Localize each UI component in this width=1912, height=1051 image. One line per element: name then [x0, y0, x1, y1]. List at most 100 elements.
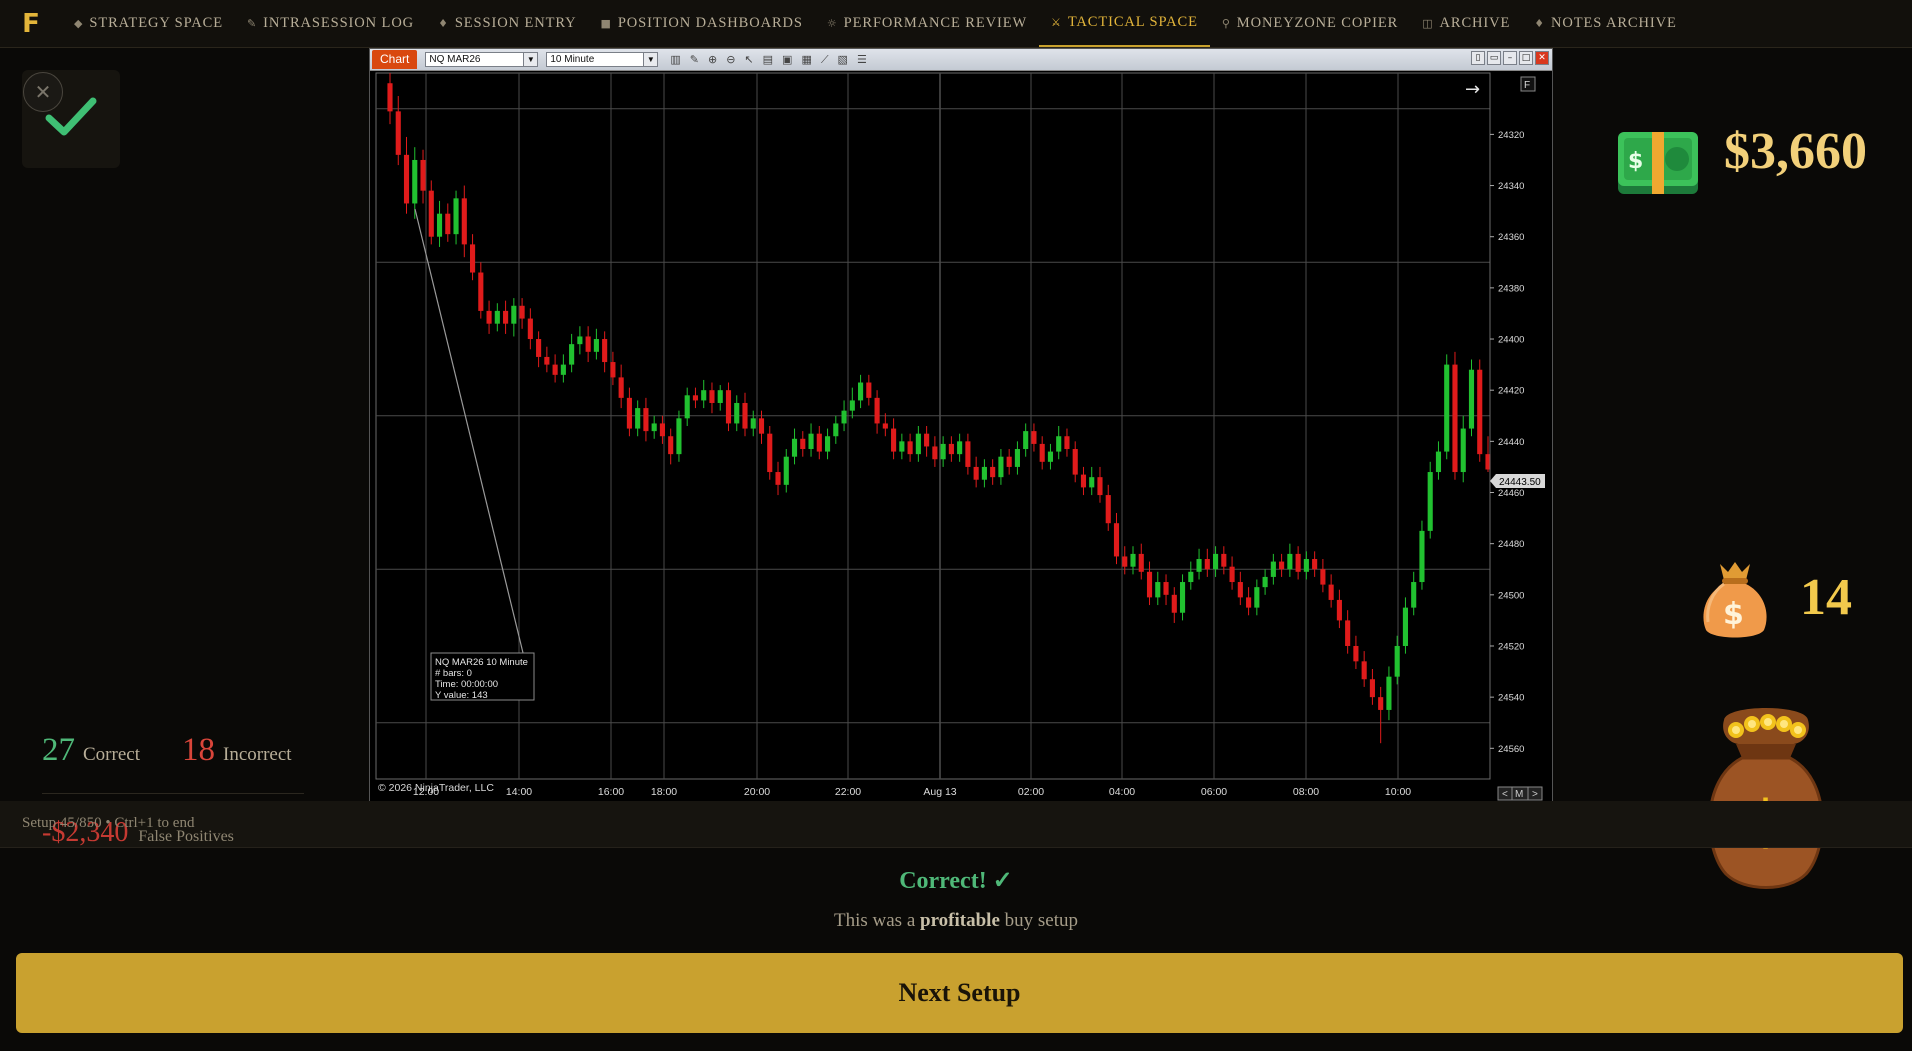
nav-tab-position-dashboards[interactable]: ■ POSITION DASHBOARDS — [589, 0, 815, 47]
candle-body — [907, 441, 913, 455]
incorrect-score: 18 Incorrect — [182, 732, 292, 769]
candle-body — [1369, 679, 1375, 698]
candle-body — [915, 433, 921, 455]
nav-tab-moneyzone-copier[interactable]: ⚲ MONEYZONE COPIER — [1210, 0, 1410, 47]
candle-body — [635, 408, 641, 429]
strategies-icon[interactable]: ▦ — [801, 53, 811, 67]
nav-tab-performance-review[interactable]: ☼ PERFORMANCE REVIEW — [815, 0, 1039, 47]
candle-body — [536, 339, 542, 357]
restore-icon[interactable]: ▭ — [1487, 51, 1501, 65]
templates-icon[interactable]: ▧ — [838, 53, 848, 67]
nav-tab-label: INTRASESSION LOG — [263, 15, 415, 31]
candle-body — [503, 310, 509, 324]
arrow-right-icon[interactable]: → — [1465, 79, 1480, 100]
money-bag-icon: $ — [1703, 562, 1767, 638]
chart-tab[interactable]: Chart — [372, 50, 418, 69]
candle — [1419, 520, 1425, 590]
candle-body — [957, 441, 963, 455]
middle-label: M — [1515, 789, 1523, 800]
candle-body — [750, 418, 756, 429]
result-title: Correct! ✓ — [899, 868, 1013, 894]
candle-body — [1179, 582, 1186, 613]
x-tick-label: 08:00 — [1293, 786, 1319, 798]
next-setup-button[interactable]: Next Setup — [16, 953, 1903, 1033]
candle-body — [1122, 556, 1128, 567]
candle-body — [1130, 553, 1136, 567]
nav-tab-tactical-space[interactable]: ⚔ TACTICAL SPACE — [1039, 0, 1210, 47]
score-divider — [42, 793, 304, 794]
candle-body — [1113, 523, 1120, 557]
candle-body — [486, 310, 492, 324]
candle-body — [1080, 474, 1087, 488]
candle-body — [841, 410, 847, 424]
close-window-icon[interactable]: ✕ — [1535, 51, 1549, 65]
nav-tab-intrasession-log[interactable]: ✎ INTRASESSION LOG — [235, 0, 426, 47]
draw-pencil-icon[interactable]: ✎ — [690, 53, 699, 67]
candle-body — [1427, 472, 1433, 531]
nav-tab-strategy-space[interactable]: ◆ STRATEGY SPACE — [62, 0, 235, 47]
candle-body — [833, 423, 839, 437]
candle-body — [1163, 582, 1169, 595]
chart-window[interactable]: Chart NQ MAR26 ▼ 10 Minute ▼ ▥ ✎ ⊕ ⊖ ↖ ▤… — [369, 48, 1553, 802]
svg-text:$: $ — [1628, 149, 1643, 174]
x-tick-label: 20:00 — [744, 786, 770, 798]
last-price-label: 24443.50 — [1499, 477, 1541, 488]
nav-tab-session-entry[interactable]: ♦ SESSION ENTRY — [426, 0, 588, 47]
instrument-select[interactable]: NQ MAR26 ▼ — [425, 52, 539, 67]
interval-select[interactable]: 10 Minute ▼ — [546, 52, 659, 67]
candle-body — [1097, 477, 1103, 496]
y-tick-label: 24520 — [1498, 641, 1524, 652]
properties-icon[interactable]: ▣ — [782, 53, 792, 67]
candle-body — [998, 456, 1004, 478]
candlestick-chart[interactable]: 24320 24340 24360 24380 24400 24420 24440 24460… — [370, 71, 1552, 801]
candle-body — [1378, 697, 1384, 710]
minimize-icon[interactable]: – — [1503, 51, 1517, 65]
svg-text:$: $ — [1723, 597, 1744, 632]
y-tick-label: 24480 — [1498, 539, 1524, 550]
candle-body — [511, 305, 517, 324]
candle-body — [420, 159, 426, 191]
candle-body — [1171, 594, 1177, 613]
tooltip-line: Y value: 143 — [435, 690, 488, 701]
tile-icon[interactable]: ▯ — [1471, 51, 1485, 65]
indicators-icon[interactable]: ⟋ — [821, 53, 829, 67]
candle-body — [412, 159, 418, 204]
incorrect-count: 18 — [182, 732, 215, 768]
candle-body — [1402, 607, 1409, 646]
nav-tab-label: ARCHIVE — [1439, 15, 1511, 31]
candle-body — [1279, 561, 1285, 570]
nav-tab-label: NOTES ARCHIVE — [1551, 15, 1677, 31]
nav-tab-notes-archive[interactable]: ♦ NOTES ARCHIVE — [1522, 0, 1688, 47]
zoom-out-icon[interactable]: ⊖ — [726, 53, 735, 67]
candle-body — [387, 83, 393, 112]
list-icon[interactable]: ☰ — [857, 53, 867, 67]
nav-tab-archive[interactable]: ◫ ARCHIVE — [1410, 0, 1522, 47]
y-tick-label: 24560 — [1498, 744, 1524, 755]
candle-body — [1089, 477, 1095, 488]
nav-tab-icon: ⚔ — [1051, 16, 1062, 29]
app-logo[interactable]: F — [0, 0, 62, 47]
candle-body — [494, 310, 500, 324]
nav-tab-label: SESSION ENTRY — [454, 15, 577, 31]
candle-body — [1328, 584, 1334, 600]
candle-body — [800, 438, 806, 450]
data-box-icon[interactable]: ▤ — [763, 53, 773, 67]
candle-body — [849, 400, 855, 411]
candle-body — [651, 423, 657, 432]
candle-body — [1394, 645, 1400, 677]
x-tick-label: 18:00 — [651, 786, 677, 798]
candle-body — [882, 423, 888, 429]
candle-body — [1221, 553, 1227, 567]
bar-type-icon[interactable]: ▥ — [670, 53, 680, 67]
candle-body — [1146, 571, 1153, 598]
candle-body — [981, 466, 987, 480]
candle-body — [643, 408, 649, 432]
maximize-icon[interactable]: □ — [1519, 51, 1533, 65]
candle-body — [1477, 369, 1483, 455]
candle-body — [469, 244, 476, 273]
candle-body — [436, 213, 443, 237]
candle-body — [1196, 559, 1202, 572]
top-nav: F ◆ STRATEGY SPACE ✎ INTRASESSION LOG ♦ SESSI… — [0, 0, 1912, 48]
zoom-in-icon[interactable]: ⊕ — [708, 53, 717, 67]
pointer-icon[interactable]: ↖ — [744, 53, 753, 67]
